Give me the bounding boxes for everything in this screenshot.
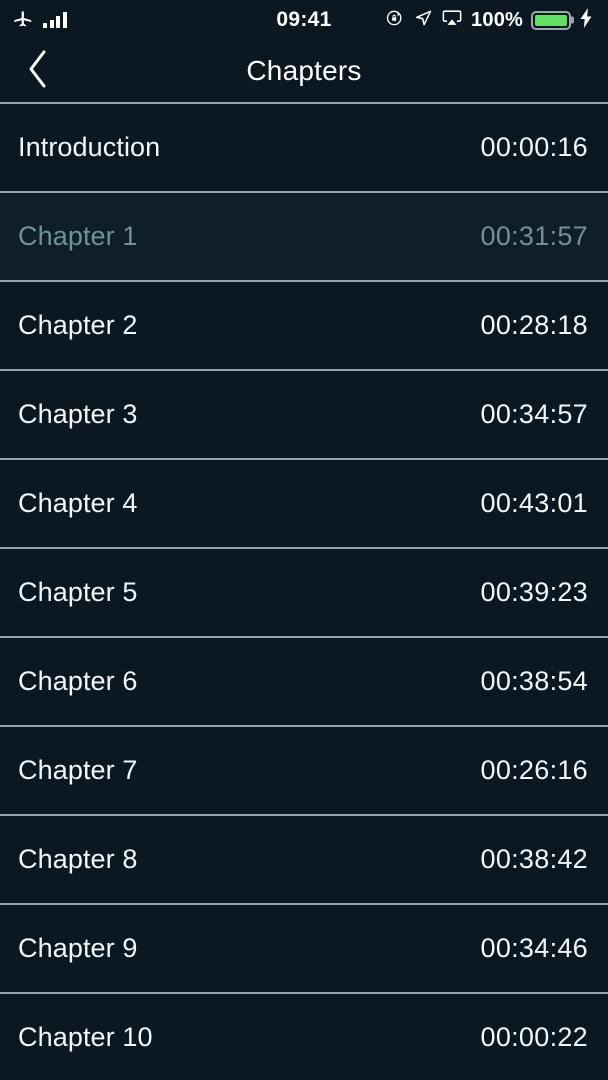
chapter-row[interactable]: Chapter 7 00:26:16: [0, 727, 608, 816]
chapter-row[interactable]: Chapter 8 00:38:42: [0, 816, 608, 905]
battery-fill: [535, 14, 567, 26]
chapter-duration: 00:43:01: [480, 488, 588, 518]
chapter-duration: 00:38:42: [480, 844, 588, 874]
chapter-title: Chapter 1: [18, 221, 138, 251]
chapter-title: Chapter 4: [18, 488, 138, 518]
chapter-title: Chapter 6: [18, 666, 138, 696]
battery-icon: [531, 10, 571, 30]
chapter-row[interactable]: Chapter 9 00:34:46: [0, 905, 608, 994]
chapter-title: Chapter 8: [18, 844, 138, 874]
airplane-icon: [12, 7, 34, 34]
back-button[interactable]: [10, 45, 66, 97]
navigation-bar: Chapters: [0, 40, 608, 104]
chapter-duration: 00:34:46: [480, 933, 588, 963]
chapter-duration: 00:31:57: [480, 221, 588, 251]
chapter-duration: 00:38:54: [480, 666, 588, 696]
page-title: Chapters: [246, 55, 362, 86]
chapter-duration: 00:34:57: [480, 399, 588, 429]
lightning-bolt-icon: [579, 7, 594, 33]
airplay-icon: [441, 8, 463, 33]
chapter-row[interactable]: Chapter 6 00:38:54: [0, 638, 608, 727]
chapter-row[interactable]: Chapter 1 00:31:57: [0, 193, 608, 282]
chapter-row[interactable]: Chapter 2 00:28:18: [0, 282, 608, 371]
chapter-duration: 00:00:22: [480, 1022, 588, 1052]
chapter-row[interactable]: Chapter 5 00:39:23: [0, 549, 608, 638]
chapter-title: Chapter 3: [18, 399, 138, 429]
chapter-row[interactable]: Chapter 3 00:34:57: [0, 371, 608, 460]
chapter-duration: 00:00:16: [480, 132, 588, 162]
chapter-title: Chapter 7: [18, 755, 138, 785]
chapter-title: Chapter 9: [18, 933, 138, 963]
chapter-title: Chapter 10: [18, 1022, 153, 1052]
chapter-row[interactable]: Chapter 10 00:00:22: [0, 994, 608, 1080]
chapter-list[interactable]: Introduction 00:00:16 Chapter 1 00:31:57 Cha…: [0, 104, 608, 1080]
signal-bars-icon: [43, 12, 67, 28]
chapter-title: Introduction: [18, 132, 161, 162]
rotation-lock-icon: [385, 8, 405, 33]
chapter-row[interactable]: Introduction 00:00:16: [0, 104, 608, 193]
status-bar-left: [12, 7, 67, 34]
chapter-duration: 00:28:18: [480, 310, 588, 340]
chapter-title: Chapter 2: [18, 310, 138, 340]
chapter-duration: 00:26:16: [480, 755, 588, 785]
chapter-title: Chapter 5: [18, 577, 138, 607]
chevron-left-icon: [24, 48, 52, 95]
status-bar: 09:41 100%: [0, 0, 608, 40]
status-bar-right: 100%: [385, 7, 594, 33]
location-arrow-icon: [413, 8, 433, 33]
battery-percentage: 100%: [471, 8, 523, 31]
chapter-duration: 00:39:23: [480, 577, 588, 607]
app-screen: 09:41 100% Chapters Introduction 00:00:1…: [0, 0, 608, 1080]
chapter-row[interactable]: Chapter 4 00:43:01: [0, 460, 608, 549]
